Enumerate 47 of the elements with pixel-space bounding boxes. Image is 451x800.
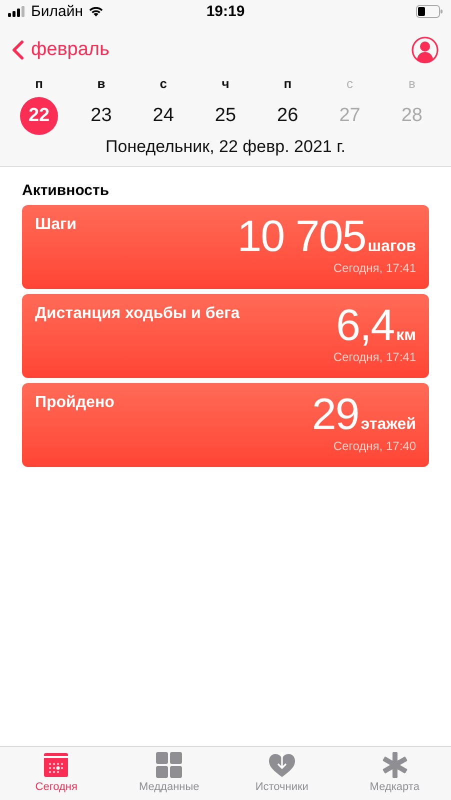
- metric-unit: км: [396, 327, 416, 345]
- profile-button[interactable]: [411, 36, 439, 64]
- tab-item[interactable]: Медкарта: [344, 747, 445, 800]
- wifi-icon: [88, 5, 104, 17]
- metric-title: Пройдено: [35, 393, 114, 412]
- metric-timestamp: Сегодня, 17:41: [333, 350, 416, 364]
- day-button[interactable]: 22: [20, 97, 58, 135]
- heart-arrow-icon: [268, 752, 296, 778]
- tab-item[interactable]: Источники: [232, 747, 332, 800]
- back-button[interactable]: февраль: [12, 39, 110, 61]
- date-title: Понедельник, 22 февр. 2021 г.: [104, 136, 346, 158]
- chevron-left-icon: [12, 40, 24, 60]
- tab-item[interactable]: Медданные: [119, 747, 220, 800]
- metric-timestamp: Сегодня, 17:40: [333, 439, 416, 453]
- day-button[interactable]: 23: [82, 97, 120, 135]
- metric-card[interactable]: Пройдено 29этажей Сегодня, 17:40: [22, 383, 429, 467]
- grid-icon: [156, 752, 182, 778]
- day-button[interactable]: 27: [330, 97, 369, 135]
- signal-icon: [8, 6, 26, 16]
- metric-title: Шаги: [35, 215, 76, 234]
- metric-card[interactable]: Шаги 10 705 шагов Сегодня, 17:41: [22, 205, 429, 289]
- day-button[interactable]: 28: [392, 97, 431, 135]
- status-time: 19:19: [206, 2, 245, 20]
- metric-value: 10 705: [237, 214, 366, 260]
- day-button[interactable]: 25: [206, 97, 244, 135]
- carrier-name: Билайн: [31, 2, 83, 20]
- battery-icon: [416, 4, 443, 18]
- metric-unit: этажей: [360, 416, 416, 434]
- day-button[interactable]: 24: [144, 97, 182, 135]
- metric-unit: шагов: [368, 238, 416, 256]
- metric-timestamp: Сегодня, 17:41: [333, 261, 416, 275]
- calendar-icon: [43, 752, 70, 778]
- weekday-label: п: [35, 76, 43, 91]
- tab-item[interactable]: Сегодня: [6, 747, 106, 800]
- metric-value: 29: [312, 392, 359, 438]
- asterisk-icon: [382, 752, 408, 778]
- metric-title: Дистанция ходьбы и бега: [35, 304, 240, 323]
- weekday-label: в: [97, 76, 106, 91]
- metric-value: 6,4: [336, 303, 394, 349]
- weekday-label: ч: [222, 76, 230, 91]
- day-button[interactable]: 26: [268, 97, 307, 135]
- weekday-label: с: [346, 76, 354, 91]
- metric-card[interactable]: Дистанция ходьбы и бега 6,4км Сегодня, 17:41: [22, 294, 429, 378]
- section-title: Активность: [22, 182, 110, 199]
- weekday-label: в: [408, 76, 416, 91]
- weekday-label: п: [284, 76, 292, 91]
- weekday-label: с: [160, 76, 167, 91]
